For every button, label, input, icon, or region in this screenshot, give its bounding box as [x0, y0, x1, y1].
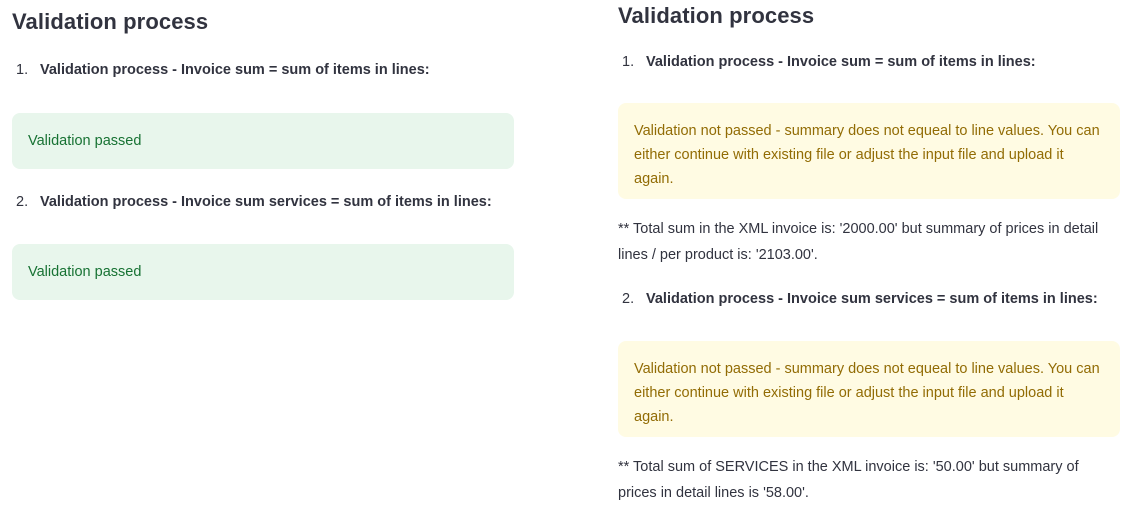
- validation-step-1: 1. Validation process - Invoice sum = su…: [618, 52, 1120, 72]
- step-number: 2.: [16, 194, 29, 210]
- step-label: Validation process - Invoice sum service…: [40, 194, 492, 210]
- right-panel: Validation process 1. Validation process…: [618, 0, 1120, 506]
- warning-alert: Validation not passed - summary does not…: [618, 103, 1120, 199]
- step-number: 2.: [622, 291, 635, 307]
- success-alert: Validation passed: [12, 113, 514, 169]
- step-label: Validation process - Invoice sum = sum o…: [40, 62, 430, 78]
- step-number: 1.: [16, 62, 29, 78]
- success-alert: Validation passed: [12, 244, 514, 300]
- page-title: Validation process: [618, 3, 815, 28]
- validation-detail-note: ** Total sum in the XML invoice is: '200…: [618, 221, 1099, 263]
- step-number: 1.: [622, 54, 635, 70]
- page-title: Validation process: [12, 9, 209, 34]
- validation-step-2: 2. Validation process - Invoice sum serv…: [12, 192, 514, 212]
- validation-step-2: 2. Validation process - Invoice sum serv…: [618, 289, 1120, 309]
- left-panel: Validation process 1. Validation process…: [12, 0, 514, 300]
- warning-alert: Validation not passed - summary does not…: [618, 341, 1120, 437]
- step-label: Validation process - Invoice sum service…: [646, 291, 1098, 307]
- validation-detail-note: ** Total sum of SERVICES in the XML invo…: [618, 459, 1079, 501]
- validation-step-1: 1. Validation process - Invoice sum = su…: [12, 60, 514, 80]
- step-label: Validation process - Invoice sum = sum o…: [646, 54, 1036, 70]
